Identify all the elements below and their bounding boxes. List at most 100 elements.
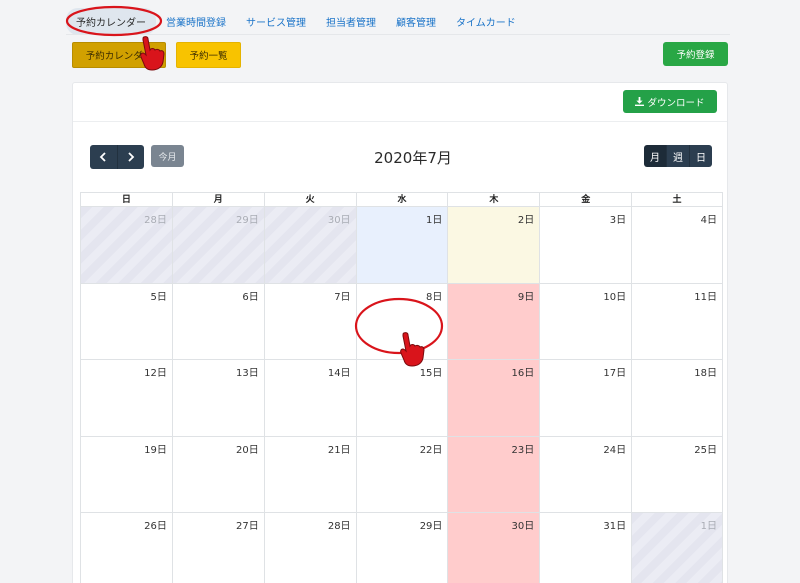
day-cell[interactable]: 21日 [263, 436, 356, 512]
register-reservation-button[interactable]: 予約登録 [663, 42, 728, 66]
day-number: 12日 [144, 368, 167, 379]
nav-item-service-management[interactable]: サービス管理 [236, 8, 316, 35]
this-month-button[interactable]: 今月 [151, 145, 184, 167]
weekday-sat: 土 [631, 193, 723, 207]
week-row: 12日 13日 14日 15日 16日 17日 18日 [80, 360, 723, 437]
day-cell[interactable]: 11日 [631, 283, 723, 359]
day-number: 13日 [235, 368, 259, 379]
day-number: 4日 [700, 215, 717, 226]
download-button[interactable]: ダウンロード [623, 90, 717, 113]
day-number: 11日 [694, 291, 717, 303]
day-cell[interactable]: 31日 [539, 513, 631, 583]
day-cell[interactable]: 2日 [447, 207, 540, 283]
next-month-button[interactable] [116, 145, 144, 169]
view-month-button[interactable]: 月 [644, 145, 666, 167]
day-number: 26日 [144, 521, 167, 532]
day-cell[interactable]: 4日 [631, 207, 723, 283]
day-number: 28日 [144, 215, 167, 226]
day-number: 10日 [603, 291, 627, 303]
day-cell[interactable]: 29日 [171, 207, 264, 283]
nav-item-customer-management[interactable]: 顧客管理 [386, 8, 446, 35]
day-cell[interactable]: 3日 [539, 207, 631, 283]
day-cell[interactable]: 26日 [80, 513, 172, 583]
day-number: 27日 [235, 521, 259, 532]
day-cell[interactable]: 1日 [631, 513, 723, 583]
day-cell[interactable]: 16日 [447, 360, 540, 436]
day-cell[interactable]: 30日 [263, 207, 356, 283]
day-number: 1日 [700, 521, 717, 532]
day-cell[interactable]: 27日 [171, 513, 264, 583]
day-cell[interactable]: 6日 [171, 283, 264, 359]
day-cell[interactable]: 20日 [171, 436, 264, 512]
day-number: 22日 [419, 444, 443, 456]
pointing-hand-icon [140, 36, 165, 71]
weekday-mon: 月 [171, 193, 264, 207]
day-number: 14日 [327, 368, 351, 379]
day-cell[interactable]: 1日 [355, 207, 448, 283]
day-number: 6日 [242, 291, 259, 303]
day-number: 9日 [517, 291, 535, 303]
day-number: 1日 [426, 215, 443, 226]
day-cell[interactable]: 13日 [171, 360, 264, 436]
day-cell[interactable]: 7日 [263, 283, 356, 359]
day-cell[interactable]: 19日 [80, 436, 172, 512]
day-cell[interactable]: 12日 [80, 360, 172, 436]
day-cell[interactable]: 15日 [355, 360, 448, 436]
day-number: 20日 [235, 444, 259, 456]
card-header-divider [73, 121, 727, 122]
day-cell[interactable]: 30日 [447, 513, 540, 583]
day-number: 29日 [419, 521, 443, 532]
calendar-title: 2020年7月 [374, 149, 452, 167]
chevron-right-icon [128, 152, 135, 162]
day-number: 19日 [144, 444, 167, 456]
subtab-reservation-list[interactable]: 予約一覧 [176, 42, 241, 68]
view-day-button[interactable]: 日 [689, 145, 712, 167]
download-label: ダウンロード [647, 97, 705, 109]
day-number: 25日 [694, 444, 717, 456]
day-cell[interactable]: 18日 [631, 360, 723, 436]
chevron-left-icon [99, 152, 106, 162]
month-nav-group [90, 145, 144, 169]
weekday-sun: 日 [80, 193, 172, 207]
day-cell[interactable]: 24日 [539, 436, 631, 512]
day-cell[interactable]: 14日 [263, 360, 356, 436]
week-row: 26日 27日 28日 29日 30日 31日 1日 [80, 513, 723, 583]
view-switcher: 月 週 日 [644, 145, 712, 167]
day-number: 18日 [694, 368, 717, 379]
day-number: 17日 [603, 368, 627, 379]
weekday-tue: 火 [263, 193, 356, 207]
day-cell[interactable]: 9日 [447, 283, 540, 359]
day-cell[interactable]: 23日 [447, 436, 540, 512]
day-cell[interactable]: 5日 [80, 283, 172, 359]
day-cell[interactable]: 22日 [355, 436, 448, 512]
day-number: 28日 [327, 521, 351, 532]
day-number: 16日 [511, 368, 535, 379]
day-number: 30日 [511, 521, 535, 532]
day-cell[interactable]: 28日 [263, 513, 356, 583]
nav-item-business-hours[interactable]: 営業時間登録 [156, 8, 236, 35]
day-cell[interactable]: 17日 [539, 360, 631, 436]
nav-item-timecard[interactable]: タイムカード [446, 8, 526, 35]
prev-month-button[interactable] [90, 145, 117, 169]
day-cell[interactable]: 29日 [355, 513, 448, 583]
month-grid: 日 月 火 水 木 金 土 28日 29日 30日 1日 2日 3日 4日 5日… [80, 192, 723, 583]
weekday-wed: 水 [355, 193, 448, 207]
day-cell[interactable]: 28日 [80, 207, 172, 283]
day-number: 31日 [603, 521, 627, 532]
day-cell[interactable]: 25日 [631, 436, 723, 512]
day-number: 3日 [609, 215, 627, 226]
download-icon [635, 97, 645, 106]
view-week-button[interactable]: 週 [666, 145, 689, 167]
day-number: 24日 [603, 444, 627, 456]
day-number: 5日 [150, 291, 167, 303]
pointing-hand-icon [400, 332, 425, 367]
week-row: 19日 20日 21日 22日 23日 24日 25日 [80, 436, 723, 513]
nav-item-staff-management[interactable]: 担当者管理 [316, 8, 386, 35]
day-cell[interactable]: 10日 [539, 283, 631, 359]
day-number: 2日 [517, 215, 535, 226]
weekday-header: 日 月 火 水 木 金 土 [80, 192, 723, 207]
week-row: 28日 29日 30日 1日 2日 3日 4日 [80, 207, 723, 284]
day-number: 29日 [235, 215, 259, 226]
day-number: 30日 [327, 215, 351, 226]
day-number: 23日 [511, 444, 535, 456]
